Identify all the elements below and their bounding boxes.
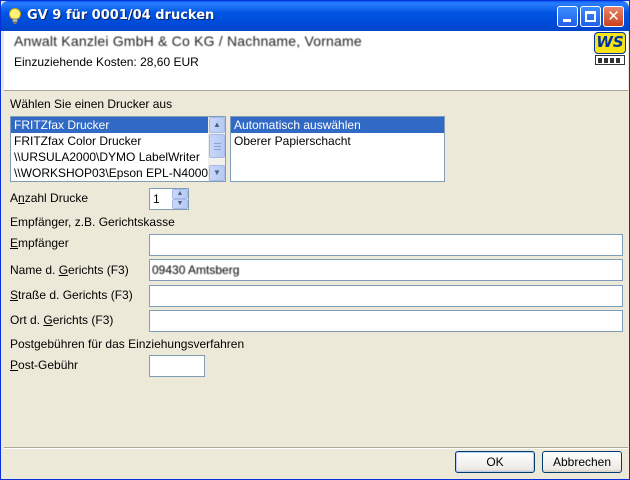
tray-list-item[interactable]: Automatisch auswählen xyxy=(231,117,444,133)
ws-logo-icon: WS xyxy=(594,32,626,65)
window-title: GV 9 für 0001/04 drucken xyxy=(27,8,215,23)
postage-fee-input[interactable] xyxy=(149,355,205,377)
tray-list-item[interactable]: Oberer Papierschacht xyxy=(231,133,444,149)
lightbulb-icon xyxy=(9,8,21,24)
spin-up-icon[interactable]: ▲ xyxy=(172,189,188,199)
scroll-up-arrow-icon[interactable]: ▲ xyxy=(209,117,225,133)
tray-list: Automatisch auswählen Oberer Papierschach… xyxy=(231,117,444,149)
printer-list-item[interactable]: FRITZfax Drucker xyxy=(11,117,208,133)
maximize-button[interactable] xyxy=(580,6,601,27)
print-dialog-window: GV 9 für 0001/04 drucken ✕ Anwalt Kanzle… xyxy=(0,0,630,480)
copies-label: Anzahl Drucke xyxy=(10,191,88,205)
maximize-icon xyxy=(585,11,596,22)
court-city-label-accel: G xyxy=(43,313,53,327)
printer-icon xyxy=(595,55,625,65)
title-bar[interactable]: GV 9 für 0001/04 drucken ✕ xyxy=(1,1,629,31)
printer-listbox[interactable]: FRITZfax Drucker FRITZfax Color Drucker \\… xyxy=(10,116,226,182)
court-name-label: Name d. Gerichts (F3) xyxy=(10,263,129,277)
court-street-label-post: traße d. Gerichts (F3) xyxy=(18,288,133,302)
spin-down-icon[interactable]: ▼ xyxy=(172,199,188,209)
court-name-label-pre: Name d. xyxy=(10,263,59,277)
printer-section-heading: Wählen Sie einen Drucker aus xyxy=(10,97,173,111)
court-name-label-post: erichts (F3) xyxy=(68,263,129,277)
minimize-button[interactable] xyxy=(557,6,578,27)
close-button[interactable]: ✕ xyxy=(603,6,624,27)
postage-fee-label: Post-Gebühr xyxy=(10,358,78,372)
cancel-button[interactable]: Abbrechen xyxy=(542,451,622,473)
court-name-value: 09430 Amtsberg xyxy=(152,263,240,277)
court-street-label-accel: S xyxy=(10,288,19,302)
court-city-input[interactable] xyxy=(149,310,623,332)
court-city-label-post: erichts (F3) xyxy=(52,313,114,327)
recipient-label-accel: E xyxy=(10,236,19,250)
printer-list: FRITZfax Drucker FRITZfax Color Drucker \\… xyxy=(11,117,225,181)
recipient-label: Empfänger xyxy=(10,236,69,250)
debtor-name: Anwalt Kanzlei GmbH & Co KG / Nachname, … xyxy=(14,33,362,49)
court-city-label: Ort d. Gerichts (F3) xyxy=(10,313,113,327)
court-street-input[interactable] xyxy=(149,285,623,307)
court-name-input[interactable]: 09430 Amtsberg xyxy=(149,259,623,281)
postage-fee-label-accel: P xyxy=(10,358,19,372)
postage-section-heading: Postgebühren für das Einziehungsverfahre… xyxy=(10,337,245,351)
header-panel: Anwalt Kanzlei GmbH & Co KG / Nachname, … xyxy=(4,31,628,91)
printer-list-item[interactable]: \\WORKSHOP03\Epson EPL-N4000 xyxy=(11,165,208,181)
recipient-section-heading: Empfänger, z.B. Gerichtskasse xyxy=(10,215,175,229)
cost-text: Einzuziehende Kosten: 28,60 EUR xyxy=(14,55,199,69)
tray-listbox[interactable]: Automatisch auswählen Oberer Papierschach… xyxy=(230,116,445,182)
ok-button[interactable]: OK xyxy=(455,451,535,473)
minimize-icon xyxy=(563,19,571,22)
footer-separator xyxy=(4,447,628,449)
recipient-input[interactable] xyxy=(149,234,623,256)
printer-list-item[interactable]: \\URSULA2000\DYMO LabelWriter xyxy=(11,149,208,165)
ws-logo-text: WS xyxy=(594,32,626,54)
recipient-label-post: mpfänger xyxy=(18,236,69,250)
copies-label-pre: A xyxy=(10,191,19,205)
court-name-label-accel: G xyxy=(58,263,69,277)
copies-label-accel: n xyxy=(18,191,25,205)
copies-label-post: zahl Drucke xyxy=(24,191,89,205)
court-city-label-pre: Ort d. xyxy=(10,313,44,327)
postage-fee-label-post: ost-Gebühr xyxy=(18,358,79,372)
copies-value[interactable]: 1 xyxy=(153,192,160,206)
scroll-thumb[interactable] xyxy=(209,134,225,158)
printer-list-item[interactable]: FRITZfax Color Drucker xyxy=(11,133,208,149)
scroll-down-arrow-icon[interactable]: ▼ xyxy=(209,165,225,181)
printer-scrollbar[interactable]: ▲ ▼ xyxy=(208,117,225,181)
close-icon: ✕ xyxy=(607,7,620,25)
court-street-label: Straße d. Gerichts (F3) xyxy=(10,288,133,302)
copies-spinner[interactable]: 1 ▲ ▼ xyxy=(149,188,189,210)
